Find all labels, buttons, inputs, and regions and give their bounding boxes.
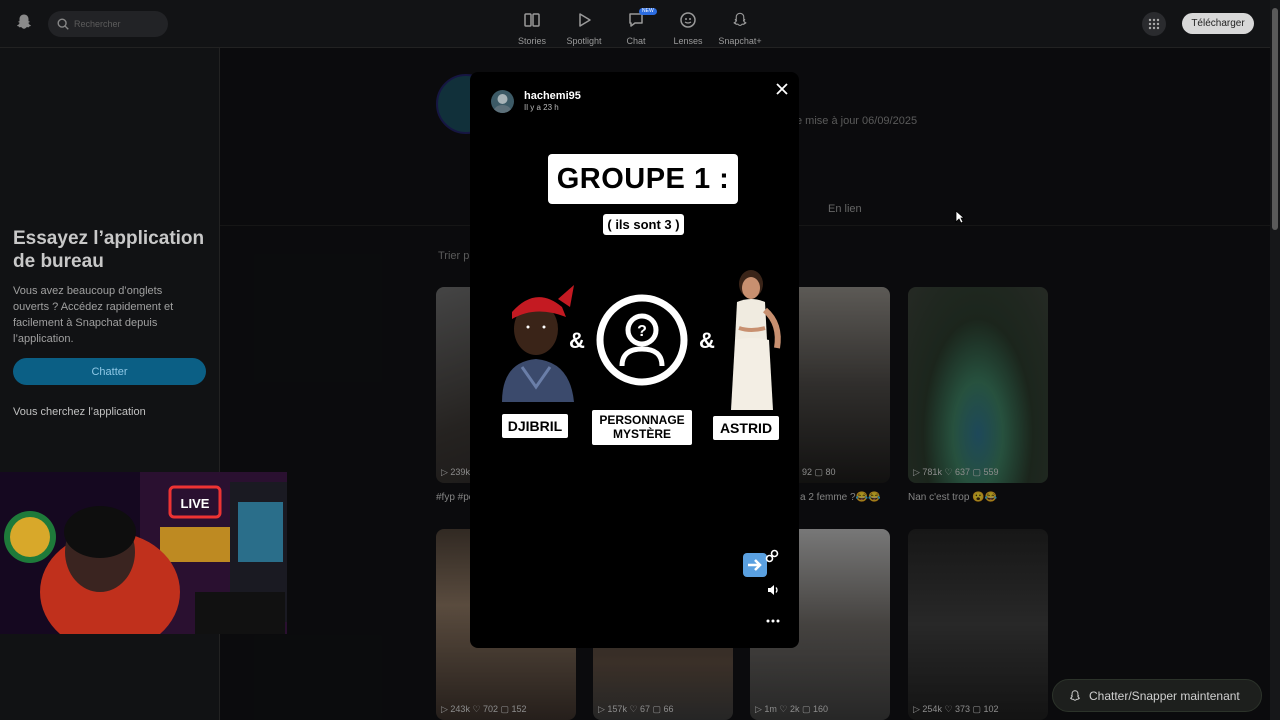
looking-for-app-text: Vous cherchez l’application (13, 406, 146, 418)
promo-text: Vous avez beaucoup d’onglets ouverts ? A… (13, 285, 174, 345)
ampersand: & (699, 328, 715, 353)
story-viewer-modal: hachemi95 Il y a 23 h GROUPE 1 : ( ils s… (470, 72, 799, 648)
ampersand: & (569, 328, 585, 353)
story-author-avatar[interactable] (491, 90, 514, 113)
scrollbar-thumb[interactable] (1272, 8, 1278, 230)
djibril-photo (502, 285, 574, 402)
nav-snapchat-plus[interactable]: Snapchat+ (714, 8, 766, 46)
download-button[interactable]: Télécharger (1182, 13, 1254, 34)
astrid-label: ASTRID (713, 416, 779, 440)
djibril-label: DJIBRIL (502, 414, 568, 438)
ghost-icon (1069, 690, 1081, 701)
nav-spotlight[interactable]: Spotlight (558, 8, 610, 46)
snapchat-ghost-logo-icon[interactable] (14, 13, 34, 33)
chat-now-button[interactable]: Chatter (13, 358, 206, 385)
story-time: Il y a 23 h (524, 103, 559, 112)
svg-text:?: ? (637, 323, 647, 340)
mouse-cursor-icon (955, 210, 965, 224)
search-box[interactable] (48, 11, 168, 37)
main-nav: Stories Spotlight NEW Chat Lenses Snapch… (506, 8, 766, 46)
lenses-icon (680, 12, 696, 28)
spotlight-play-icon (579, 13, 591, 27)
nav-lenses[interactable]: Lenses (662, 8, 714, 46)
astrid-photo (731, 270, 781, 410)
cta-label: Chatter/Snapper maintenant (1089, 688, 1240, 703)
group-subtitle: ( ils sont 3 ) (603, 214, 684, 235)
nav-chat-label: Chat (626, 36, 646, 46)
webcam-scene: LIVE (0, 472, 287, 634)
mystery-person-icon: ? (596, 294, 688, 386)
stories-icon (524, 13, 540, 27)
apps-grid-button[interactable] (1142, 12, 1166, 36)
search-icon (57, 18, 69, 30)
close-button[interactable] (773, 80, 791, 98)
volume-icon[interactable] (766, 583, 780, 597)
more-options-icon[interactable] (766, 618, 780, 624)
apps-grid-icon (1148, 18, 1160, 30)
snapchat-plus-icon (733, 12, 747, 27)
link-icon[interactable] (765, 549, 779, 563)
nav-stories[interactable]: Stories (506, 8, 558, 46)
group-title: GROUPE 1 : (548, 154, 738, 204)
mystery-label: PERSONNAGE MYSTÈRE (592, 410, 692, 445)
webcam-overlay: LIVE (0, 472, 287, 634)
search-input[interactable] (74, 15, 162, 33)
nav-chat[interactable]: NEW Chat (610, 8, 662, 46)
chat-snap-now-button[interactable]: Chatter/Snapper maintenant (1052, 679, 1262, 712)
svg-text:LIVE: LIVE (181, 496, 210, 511)
nav-lenses-label: Lenses (673, 36, 703, 46)
story-username[interactable]: hachemi95 (524, 90, 581, 102)
promo-title: Essayez l’application de bureau (13, 228, 205, 272)
nav-snapchat-plus-label: Snapchat+ (718, 36, 762, 46)
new-badge: NEW (639, 8, 657, 15)
nav-stories-label: Stories (517, 36, 546, 46)
nav-spotlight-label: Spotlight (566, 36, 602, 46)
close-icon (776, 83, 788, 95)
top-bar: Stories Spotlight NEW Chat Lenses Snapch… (0, 0, 1280, 48)
